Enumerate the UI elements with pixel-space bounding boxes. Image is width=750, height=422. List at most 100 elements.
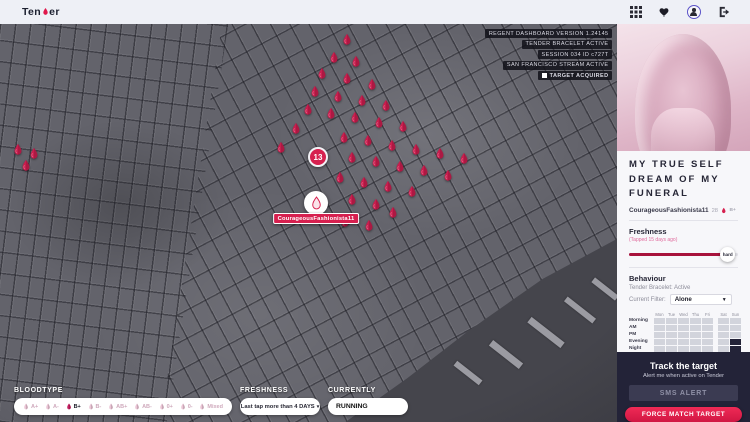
blood-droplet-marker[interactable] <box>351 55 362 68</box>
freshness-dropdown[interactable]: Last tap more than 4 DAYS ▾ <box>240 398 320 415</box>
behaviour-cell <box>702 325 713 331</box>
blood-droplet-marker[interactable] <box>435 147 446 160</box>
blood-droplet-marker[interactable] <box>383 180 394 193</box>
blood-droplet-marker[interactable] <box>407 185 418 198</box>
behaviour-cell <box>718 339 729 345</box>
blood-droplet-marker[interactable] <box>388 206 399 219</box>
city-map[interactable]: REGENT DASHBOARD VERSION 1.24145 TENDER B… <box>0 24 617 422</box>
blood-droplet-marker[interactable] <box>363 134 374 147</box>
behaviour-cell <box>654 325 665 331</box>
grid-icon[interactable] <box>629 6 642 19</box>
target-age: 28 <box>712 208 718 214</box>
top-navigation-bar: Ten er <box>0 0 750 24</box>
heart-icon[interactable] <box>658 6 671 19</box>
blood-droplet-marker[interactable] <box>276 141 287 154</box>
behaviour-cell <box>690 318 701 324</box>
bloodtype-chip-b+[interactable]: B+ <box>66 403 81 410</box>
bloodtype-chip-0+[interactable]: 0+ <box>159 403 173 410</box>
blood-droplet-marker[interactable] <box>374 116 385 129</box>
blood-droplet-marker[interactable] <box>371 155 382 168</box>
blood-droplet-marker[interactable] <box>395 160 406 173</box>
day-header: Wed <box>678 312 689 317</box>
blood-droplet-marker[interactable] <box>333 90 344 103</box>
blood-droplet-marker[interactable] <box>13 143 24 156</box>
bloodtype-chip-b-[interactable]: B- <box>88 403 102 410</box>
target-profile-photo[interactable] <box>617 24 750 151</box>
bloodtype-chip-ab+[interactable]: AB+ <box>108 403 127 410</box>
blood-droplet-marker[interactable] <box>317 67 328 80</box>
bloodtype-chip-ab-[interactable]: AB- <box>134 403 152 410</box>
bloodtype-chip-0-[interactable]: 0- <box>180 403 193 410</box>
blood-droplet-marker[interactable] <box>326 107 337 120</box>
behaviour-cell <box>654 339 665 345</box>
blood-droplet-marker[interactable] <box>342 33 353 46</box>
blood-droplet-marker[interactable] <box>335 171 346 184</box>
day-header: Thu <box>690 312 701 317</box>
logout-icon[interactable] <box>717 6 730 19</box>
blood-droplet-marker[interactable] <box>339 131 350 144</box>
logo-text-suffix: er <box>49 6 60 18</box>
blood-droplet-marker[interactable] <box>371 198 382 211</box>
day-header: Tue <box>666 312 677 317</box>
bloodtype-label: BLOODTYPE <box>14 387 232 394</box>
profile-avatar-icon[interactable] <box>687 5 701 19</box>
bloodtype-chip-mixed[interactable]: Mixed <box>199 403 223 410</box>
behaviour-cell <box>718 318 729 324</box>
droplet-outline-icon <box>310 196 323 210</box>
blood-droplet-marker[interactable] <box>364 219 375 232</box>
current-filter-row: Current Filter: Alone ▼ <box>629 294 738 305</box>
freshness-label: FRESHNESS <box>240 387 320 394</box>
tender-logo[interactable]: Ten er <box>22 6 60 18</box>
behaviour-cell <box>666 325 677 331</box>
blood-droplet-marker[interactable] <box>381 99 392 112</box>
behaviour-cell <box>678 325 689 331</box>
behaviour-cell <box>654 318 665 324</box>
blood-droplet-marker[interactable] <box>310 85 321 98</box>
blood-droplet-marker[interactable] <box>357 94 368 107</box>
blood-droplet-marker[interactable] <box>329 51 340 64</box>
blood-droplet-marker[interactable] <box>342 72 353 85</box>
freshness-value: Last tap more than 4 DAYS <box>241 404 315 410</box>
blood-droplet-marker[interactable] <box>367 78 378 91</box>
current-filter-select[interactable]: Alone ▼ <box>670 294 732 305</box>
blood-droplet-marker[interactable] <box>359 176 370 189</box>
topbar-icons <box>629 0 730 24</box>
blood-droplet-marker[interactable] <box>387 139 398 152</box>
status-chip: TENDER BRACELET ACTIVE <box>522 40 612 49</box>
blood-droplet-marker[interactable] <box>443 169 454 182</box>
selected-target-label[interactable]: CourageousFashionista11 <box>273 213 359 224</box>
blood-droplet-marker[interactable] <box>350 111 361 124</box>
behaviour-cell <box>730 332 741 338</box>
bloodtype-chip-a+[interactable]: A+ <box>23 403 38 410</box>
blood-droplet-marker[interactable] <box>411 143 422 156</box>
track-target-subtitle: Alert me when active on Tender <box>617 373 750 379</box>
behaviour-cell <box>690 339 701 345</box>
bloodtype-chip-a-[interactable]: A- <box>45 403 59 410</box>
status-chip: REGENT DASHBOARD VERSION 1.24145 <box>485 29 612 38</box>
blood-droplet-marker[interactable] <box>347 193 358 206</box>
blood-droplet-marker[interactable] <box>398 120 409 133</box>
row-label: PM <box>629 332 653 338</box>
blood-droplet-marker[interactable] <box>419 164 430 177</box>
behaviour-cell <box>702 318 713 324</box>
currently-value-box[interactable]: RUNNING <box>328 398 408 415</box>
grid-spacer <box>714 325 717 331</box>
bloodtype-filter-group: BLOODTYPE A+ A- B+ B- AB+ AB- 0+ 0- Mixed <box>14 387 232 415</box>
chevron-down-icon: ▼ <box>722 297 727 303</box>
blood-droplet-marker[interactable] <box>21 159 32 172</box>
blood-droplet-marker[interactable] <box>303 103 314 116</box>
target-headline: MY TRUE SELF DREAM OF MY FUNERAL <box>629 158 737 201</box>
slider-knob[interactable]: hard <box>720 247 735 262</box>
behaviour-cell <box>666 339 677 345</box>
blood-droplet-marker[interactable] <box>347 151 358 164</box>
blood-droplet-marker[interactable] <box>459 152 470 165</box>
marker-cluster-badge[interactable]: 13 <box>308 147 328 167</box>
sms-alert-input[interactable]: SMS ALERT <box>629 385 738 401</box>
behaviour-cell <box>702 339 713 345</box>
freshness-slider[interactable]: hard <box>629 247 738 261</box>
target-bloodtype: B+ <box>730 208 736 213</box>
blood-droplet-marker[interactable] <box>291 122 302 135</box>
selected-target-marker[interactable] <box>304 191 328 215</box>
force-match-target-button[interactable]: FORCE MATCH TARGET <box>625 407 742 422</box>
divider <box>629 267 738 268</box>
